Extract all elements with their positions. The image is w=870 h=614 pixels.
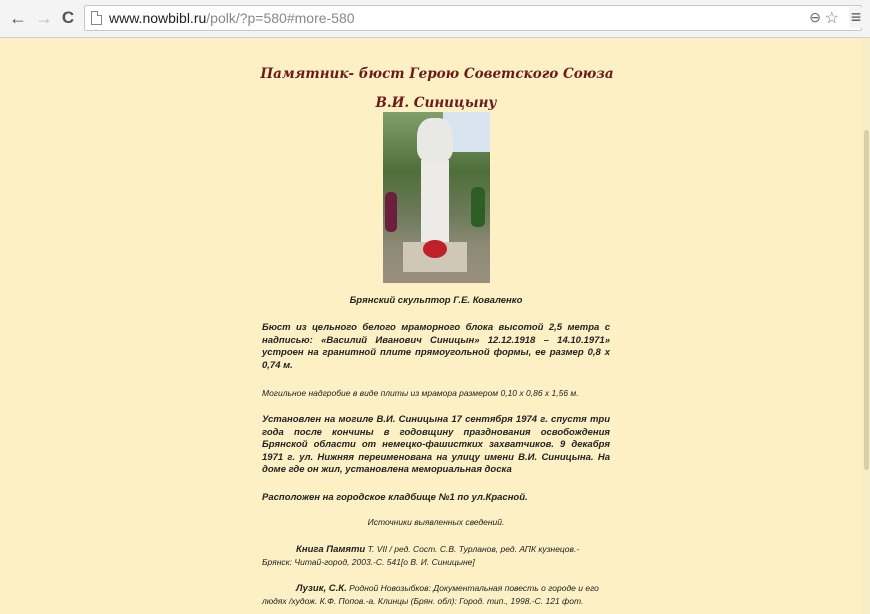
article-subtitle: В.И. Синицыну [375,95,497,111]
paragraph-history: Установлен на могиле В.И. Синицына 17 се… [262,414,610,475]
browser-toolbar: ← → C www.nowbibl.ru/polk/?p=580#more-58… [0,0,870,38]
reference-author: Лузик, С.К. [296,583,347,594]
address-bar[interactable]: www.nowbibl.ru/polk/?p=580#more-580 ⊖ ☆ … [84,5,863,31]
scrollbar[interactable] [862,38,870,614]
photo-wreath-left [385,192,397,232]
paragraph-location: Расположен на городское кладбище №1 по у… [262,492,528,503]
paragraph-gravestone: Могильное надгробие в виде плиты из мрам… [262,388,579,398]
url-domain: www.nowbibl.ru [109,10,207,26]
monument-photo[interactable] [383,112,490,283]
paragraph-description: Бюст из цельного белого мраморного блока… [262,322,610,371]
url-text[interactable]: www.nowbibl.ru/polk/?p=580#more-580 [109,10,355,26]
article-title: Памятник- бюст Герою Советского Союза [260,66,614,82]
photo-bust [417,118,453,162]
forward-button[interactable]: → [34,8,54,28]
star-icon[interactable]: ☆ [825,8,839,28]
zoom-icon[interactable]: ⊖ [809,9,821,26]
reload-button[interactable]: C [58,8,78,28]
reference-item: Книга Памяти Т. VII / ред. Сост. С.В. Ту… [262,543,610,568]
url-path: /polk/?p=580#more-580 [206,10,355,26]
back-button[interactable]: ← [8,8,28,28]
photo-caption: Брянский скульптор Г.Е. Коваленко [349,295,523,306]
photo-flowers [423,240,447,258]
photo-wreath-right [471,187,485,227]
sources-heading: Источники выявленных сведений. [367,517,505,527]
page-icon [91,11,102,25]
photo-column [421,160,449,250]
menu-icon[interactable]: ≡ [849,7,863,28]
scrollbar-thumb[interactable] [864,130,869,470]
reference-item: Лузик, С.К. Родной Новозыбков: Документа… [262,582,610,607]
reference-author: Книга Памяти [296,544,366,555]
